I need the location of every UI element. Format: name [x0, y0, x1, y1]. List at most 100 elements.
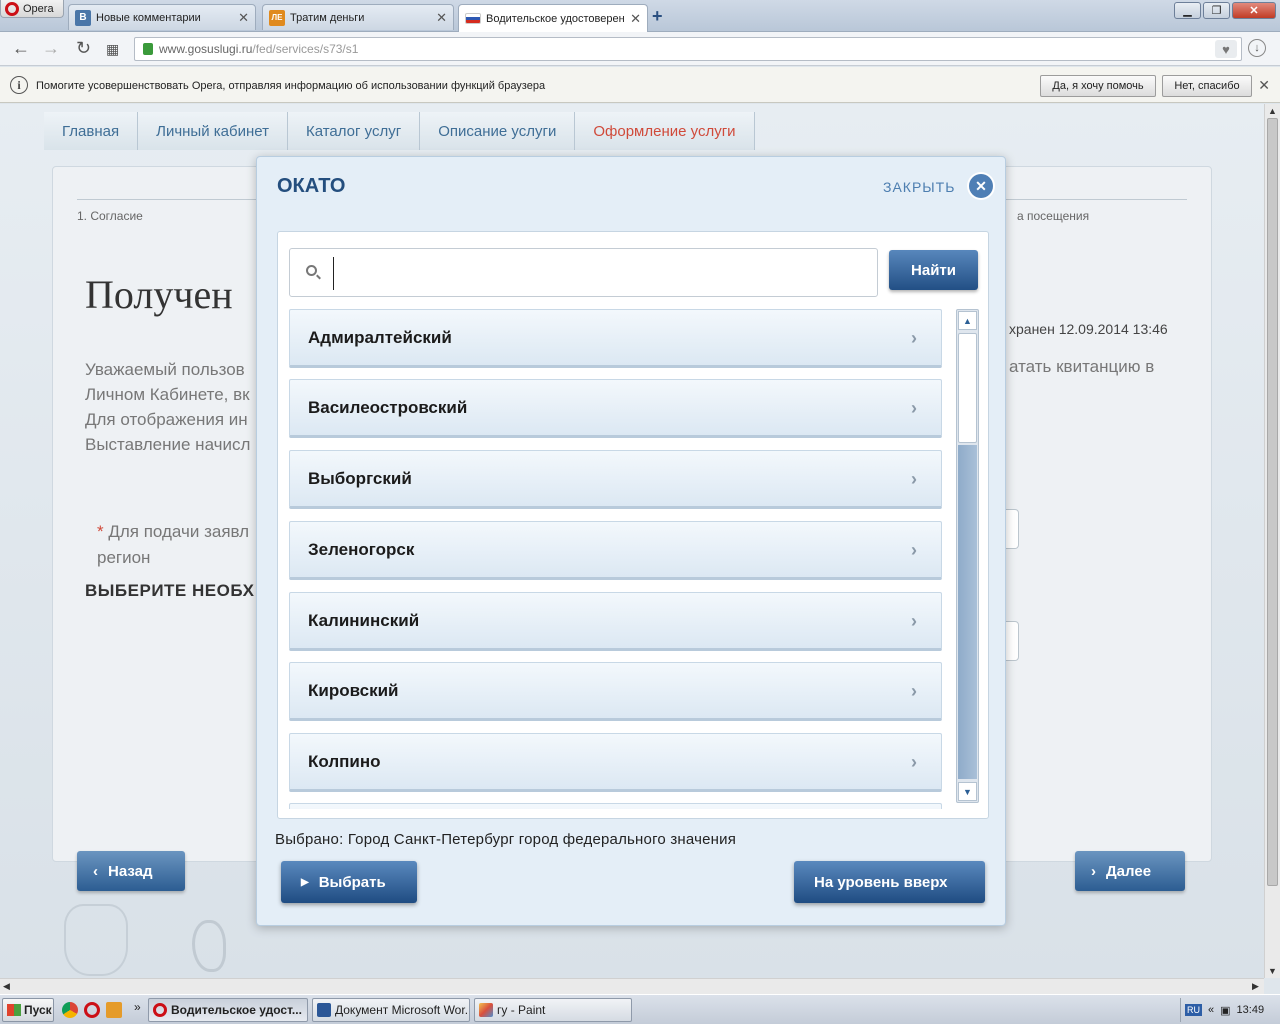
list-item[interactable]: Василеостровский ›: [289, 379, 942, 438]
chrome-icon[interactable]: [62, 1002, 78, 1018]
chevron-right-icon: ›: [911, 681, 917, 701]
quicklaunch-more[interactable]: »: [134, 1000, 141, 1014]
step-consent: 1. Согласие: [77, 209, 143, 223]
scroll-right-icon[interactable]: ▶: [1252, 981, 1259, 992]
maximize-button[interactable]: ❐: [1203, 2, 1230, 19]
list-item[interactable]: Колпино ›: [289, 733, 942, 792]
new-tab-button[interactable]: +: [652, 6, 663, 27]
list-item[interactable]: Кировский ›: [289, 662, 942, 721]
language-indicator[interactable]: RU: [1185, 1004, 1202, 1016]
breadcrumb-application: Оформление услуги: [575, 112, 755, 150]
lj-icon: ЛЕ: [269, 9, 285, 26]
close-window-button[interactable]: ✕: [1232, 2, 1276, 19]
tab-title: Тратим деньги: [290, 11, 365, 24]
breadcrumb-cabinet[interactable]: Личный кабинет: [138, 112, 288, 150]
breadcrumb-home[interactable]: Главная: [44, 112, 139, 150]
chevron-right-icon: ›: [911, 752, 917, 772]
speed-dial-icon[interactable]: ▦: [106, 41, 119, 58]
chevron-right-icon: ›: [911, 398, 917, 418]
find-button[interactable]: Найти: [889, 250, 978, 290]
list-item[interactable]: Адмиралтейский ›: [289, 309, 942, 368]
page-vertical-scrollbar[interactable]: ▲ ▼: [1264, 104, 1280, 978]
breadcrumb-catalog[interactable]: Каталог услуг: [287, 112, 421, 150]
reload-icon[interactable]: ↻: [76, 38, 91, 59]
infobar-close-icon[interactable]: ✕: [1258, 77, 1270, 94]
scroll-up-icon[interactable]: ▲: [1268, 106, 1277, 116]
help-decline-button[interactable]: Нет, спасибо: [1162, 75, 1252, 97]
tab-new-comments[interactable]: B Новые комментарии ✕: [68, 4, 256, 30]
close-icon[interactable]: ✕: [969, 174, 993, 198]
okato-list: Адмиралтейский › Василеостровский › Выборг…: [289, 309, 943, 809]
url-field[interactable]: www.gosuslugi.ru/fed/services/s73/s1 ♥: [134, 37, 1242, 61]
word-icon: [317, 1003, 331, 1017]
page-horizontal-scrollbar[interactable]: ◀ ▶: [0, 978, 1264, 994]
scroll-up-icon[interactable]: ▲: [958, 311, 977, 330]
task-opera[interactable]: Водительское удост...: [148, 998, 308, 1022]
bookmark-heart-icon[interactable]: ♥: [1215, 40, 1237, 58]
system-tray: RU « ▣ 13:49: [1180, 998, 1280, 1022]
next-button[interactable]: › Далее: [1075, 851, 1185, 891]
page-title: Получен: [85, 272, 233, 317]
clock: 13:49: [1236, 1004, 1265, 1016]
windows-taskbar: Пуск » Водительское удост... Документ Mi…: [0, 994, 1280, 1024]
infobar-message: Помогите усовершенствовать Opera, отправ…: [36, 80, 546, 92]
back-button[interactable]: ‹ Назад: [77, 851, 185, 891]
back-arrow-icon[interactable]: ←: [12, 38, 30, 59]
opera-menu-button[interactable]: Opera: [0, 0, 64, 18]
minimize-button[interactable]: ▁: [1174, 2, 1201, 19]
chevron-right-icon: ›: [911, 611, 917, 631]
saved-timestamp: хранен 12.09.2014 13:46: [1009, 321, 1168, 337]
forward-arrow-icon[interactable]: →: [42, 38, 60, 59]
start-button[interactable]: Пуск: [2, 998, 54, 1022]
paint-icon: [479, 1003, 493, 1017]
okato-search-input[interactable]: [338, 257, 868, 290]
list-item[interactable]: Калининский ›: [289, 592, 942, 651]
okato-dialog: ОКАТО ЗАКРЫТЬ ✕ Найти Адмиралтейский › Ва…: [256, 156, 1006, 926]
app-icon[interactable]: [106, 1002, 122, 1018]
tab-close-icon[interactable]: ✕: [238, 10, 249, 26]
opera-icon[interactable]: [84, 1002, 100, 1018]
address-bar: ← → ↻ ▦ www.gosuslugi.ru/fed/services/s7…: [0, 32, 1280, 66]
tab-driver-license[interactable]: Водительское удостоверение ✕: [458, 4, 648, 32]
list-item[interactable]: Зеленогорск ›: [289, 521, 942, 580]
scroll-down-icon[interactable]: ▼: [1268, 966, 1277, 976]
scroll-track[interactable]: [958, 445, 977, 779]
download-icon[interactable]: ↓: [1248, 39, 1266, 57]
tab-spending-money[interactable]: ЛЕ Тратим деньги ✕: [262, 4, 454, 30]
step-visit: а посещения: [1017, 209, 1090, 223]
tab-close-icon[interactable]: ✕: [436, 10, 447, 26]
list-item[interactable]: Выборгский ›: [289, 450, 942, 509]
okato-search-field[interactable]: [289, 248, 878, 297]
chevron-right-icon: ›: [911, 469, 917, 489]
chevron-right-icon: ›: [911, 540, 917, 560]
play-arrow-icon: ▶: [301, 876, 309, 888]
opera-infobar: i Помогите усовершенствовать Opera, отпр…: [0, 67, 1280, 103]
breadcrumb: Главная Личный кабинет Каталог услуг Опи…: [44, 112, 755, 150]
network-icon[interactable]: ▣: [1220, 1004, 1230, 1017]
tab-title: Водительское удостоверение: [486, 12, 626, 25]
breadcrumb-description[interactable]: Описание услуги: [420, 112, 576, 150]
task-word[interactable]: Документ Microsoft Wor...: [312, 998, 470, 1022]
search-icon: [306, 265, 317, 276]
scroll-thumb[interactable]: [1267, 118, 1278, 886]
tray-expand-icon[interactable]: «: [1208, 1004, 1214, 1016]
scroll-thumb[interactable]: [958, 333, 977, 443]
task-paint[interactable]: гу - Paint: [474, 998, 632, 1022]
russia-flag-icon: [465, 13, 481, 24]
level-up-button[interactable]: На уровень вверх: [794, 861, 985, 903]
url-text: www.gosuslugi.ru/fed/services/s73/s1: [159, 42, 359, 56]
tab-close-icon[interactable]: ✕: [630, 11, 641, 27]
info-icon: i: [10, 76, 28, 94]
window-controls: ▁ ❐ ✕: [1174, 2, 1276, 19]
dialog-close-link[interactable]: ЗАКРЫТЬ: [883, 179, 955, 195]
scroll-left-icon[interactable]: ◀: [3, 981, 10, 992]
list-item-partial[interactable]: [289, 803, 942, 809]
okato-list-scrollbar[interactable]: ▲ ▼: [956, 309, 979, 803]
dialog-title: ОКАТО: [277, 175, 346, 197]
dialog-body: Найти Адмиралтейский › Василеостровский › …: [277, 231, 989, 819]
help-accept-button[interactable]: Да, я хочу помочь: [1040, 75, 1156, 97]
scroll-down-icon[interactable]: ▼: [958, 782, 977, 801]
russia-emblem-icon: [64, 904, 128, 976]
tab-title: Новые комментарии: [96, 11, 201, 24]
select-button[interactable]: ▶ Выбрать: [281, 861, 417, 903]
